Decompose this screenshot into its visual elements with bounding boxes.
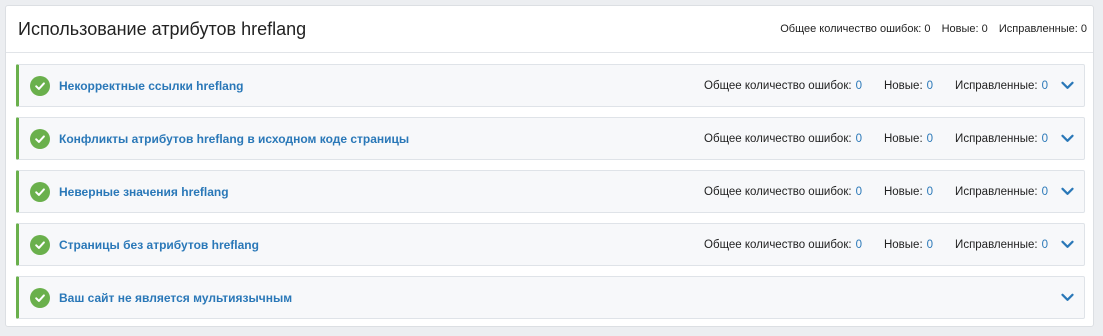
row-stat-value[interactable]: 0 xyxy=(927,80,933,92)
check-circle-icon xyxy=(30,287,50,308)
chevron-down-icon[interactable] xyxy=(1060,291,1074,305)
row-stat-total: Общее количество ошибок: 0 xyxy=(704,80,862,92)
row-stat-fixed: Исправленные: 0 xyxy=(955,239,1048,251)
row-stat-label: Новые: xyxy=(883,79,923,92)
row-stat-total: Общее количество ошибок: 0 xyxy=(704,133,862,145)
row-stat-value[interactable]: 0 xyxy=(927,133,933,145)
row-stat-label: Исправленные: xyxy=(955,79,1038,92)
chevron-down-icon[interactable] xyxy=(1060,79,1074,93)
chevron-down-icon[interactable] xyxy=(1060,132,1074,146)
check-row[interactable]: Некорректные ссылки hreflang Общее количе… xyxy=(16,64,1085,107)
header-stat-new: Новые: 0 xyxy=(941,23,988,35)
row-stats: Общее количество ошибок: 0 Новые: 0 Исправле… xyxy=(704,80,1048,92)
row-stat-value[interactable]: 0 xyxy=(927,186,933,198)
row-stat-label: Новые: xyxy=(883,132,923,145)
row-title-link[interactable]: Страницы без атрибутов hreflang xyxy=(59,238,704,252)
check-circle-icon xyxy=(30,128,50,149)
chevron-down-icon[interactable] xyxy=(1060,185,1074,199)
header-stat-total: Общее количество ошибок: 0 xyxy=(780,23,931,35)
check-row[interactable]: Неверные значения hreflang Общее количест… xyxy=(16,170,1085,213)
row-stat-total: Общее количество ошибок: 0 xyxy=(704,186,862,198)
header-stat-fixed: Исправленные: 0 xyxy=(998,23,1087,35)
check-circle-icon xyxy=(30,181,50,202)
row-stat-value[interactable]: 0 xyxy=(1042,80,1048,92)
panel-header: Использование атрибутов hreflang Общее к… xyxy=(6,6,1093,53)
row-stat-label: Новые: xyxy=(883,238,923,251)
row-title-link[interactable]: Ваш сайт не является мультиязычным xyxy=(59,291,1048,305)
row-stat-label: Общее количество ошибок: xyxy=(704,238,852,251)
row-stat-fixed: Исправленные: 0 xyxy=(955,133,1048,145)
row-stat-label: Общее количество ошибок: xyxy=(704,79,852,92)
row-title-link[interactable]: Некорректные ссылки hreflang xyxy=(59,79,704,93)
row-stats: Общее количество ошибок: 0 Новые: 0 Исправле… xyxy=(704,186,1048,198)
row-stat-value[interactable]: 0 xyxy=(1042,133,1048,145)
row-stat-new: Новые: 0 xyxy=(884,239,933,251)
row-stats: Общее количество ошибок: 0 Новые: 0 Исправле… xyxy=(704,239,1048,251)
row-stat-value[interactable]: 0 xyxy=(1042,186,1048,198)
check-row[interactable]: Ваш сайт не является мультиязычным xyxy=(16,276,1085,319)
page-title: Использование атрибутов hreflang xyxy=(18,18,307,39)
row-stat-value[interactable]: 0 xyxy=(856,133,862,145)
row-stat-value[interactable]: 0 xyxy=(1042,239,1048,251)
row-stat-value[interactable]: 0 xyxy=(856,239,862,251)
row-stat-label: Исправленные: xyxy=(955,185,1038,198)
row-stat-label: Исправленные: xyxy=(955,238,1038,251)
row-stat-value[interactable]: 0 xyxy=(856,186,862,198)
row-title-link[interactable]: Неверные значения hreflang xyxy=(59,185,704,199)
check-circle-icon xyxy=(30,75,50,96)
chevron-down-icon[interactable] xyxy=(1060,238,1074,252)
row-stat-total: Общее количество ошибок: 0 xyxy=(704,239,862,251)
row-stats: Общее количество ошибок: 0 Новые: 0 Исправле… xyxy=(704,133,1048,145)
row-stat-label: Исправленные: xyxy=(955,132,1038,145)
check-circle-icon xyxy=(30,234,50,255)
row-stat-value[interactable]: 0 xyxy=(856,80,862,92)
row-stat-new: Новые: 0 xyxy=(884,80,933,92)
row-stat-fixed: Исправленные: 0 xyxy=(955,186,1048,198)
row-stat-new: Новые: 0 xyxy=(884,186,933,198)
check-list: Некорректные ссылки hreflang Общее количе… xyxy=(6,53,1093,319)
hreflang-panel: Использование атрибутов hreflang Общее к… xyxy=(5,5,1094,327)
row-title-link[interactable]: Конфликты атрибутов hreflang в исходном … xyxy=(59,132,704,146)
check-row[interactable]: Страницы без атрибутов hreflang Общее кол… xyxy=(16,223,1085,266)
row-stat-value[interactable]: 0 xyxy=(927,239,933,251)
row-stat-label: Общее количество ошибок: xyxy=(704,185,852,198)
row-stat-new: Новые: 0 xyxy=(884,133,933,145)
header-stats: Общее количество ошибок: 0 Новые: 0 Испр… xyxy=(780,23,1087,35)
check-row[interactable]: Конфликты атрибутов hreflang в исходном … xyxy=(16,117,1085,160)
row-stat-label: Общее количество ошибок: xyxy=(704,132,852,145)
row-stat-fixed: Исправленные: 0 xyxy=(955,80,1048,92)
row-stat-label: Новые: xyxy=(883,185,923,198)
